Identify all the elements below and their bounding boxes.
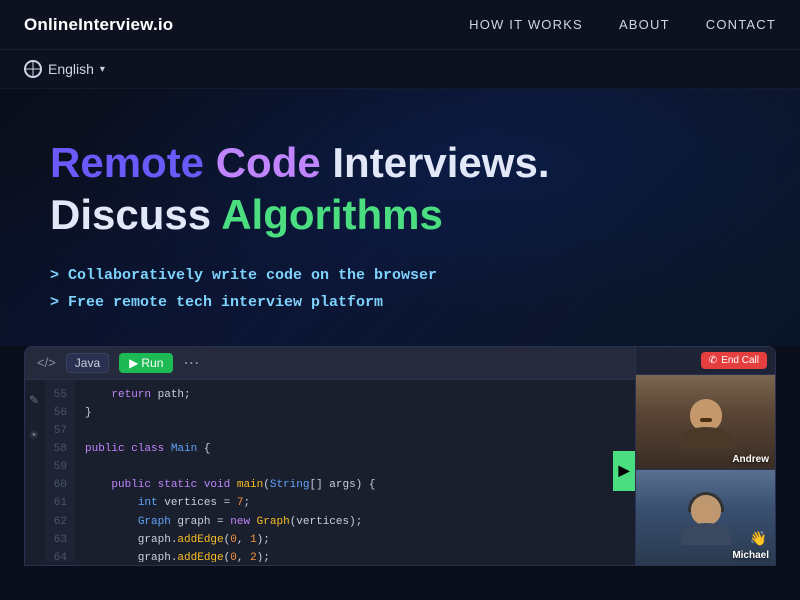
nav-link-contact[interactable]: CONTACT: [706, 17, 776, 32]
face-michael: [683, 490, 728, 545]
hero-word-discuss: Discuss: [50, 191, 211, 238]
language-bar: English ▾: [0, 50, 800, 89]
hero-word-interviews: Interviews.: [332, 139, 549, 186]
person-name-michael: Michael: [732, 550, 769, 561]
brightness-icon[interactable]: ☀: [29, 428, 39, 441]
code-area[interactable]: ✎ ☀ 555657585960616263646566676869707172…: [25, 380, 635, 562]
editor-window: </> Java ▶ Run ⋯ ✎ ☀ 5556575859606162636…: [24, 346, 776, 566]
hero-bullets: > Collaboratively write code on the brow…: [50, 262, 750, 316]
nav-link-how-it-works[interactable]: HOW IT WORKS: [469, 17, 583, 32]
play-icon: ▶: [129, 356, 138, 370]
wave-icon: 👋: [750, 530, 767, 547]
globe-icon: [24, 60, 42, 78]
video-pane: ✆ End Call Andrew: [635, 347, 775, 565]
phone-icon: ✆: [709, 355, 717, 366]
nav-links: HOW IT WORKS ABOUT CONTACT: [469, 16, 776, 34]
hero-title-line2: Discuss Algorithms: [50, 191, 750, 239]
editor-section: </> Java ▶ Run ⋯ ✎ ☀ 5556575859606162636…: [0, 346, 800, 566]
chevron-down-icon: ▾: [100, 64, 105, 75]
edit-icon[interactable]: ✎: [29, 393, 39, 407]
hero-section: Remote Code Interviews. Discuss Algorith…: [0, 89, 800, 346]
run-label: Run: [141, 356, 163, 370]
end-call-label: End Call: [721, 355, 759, 366]
navbar: OnlineInterview.io HOW IT WORKS ABOUT CO…: [0, 0, 800, 50]
video-toolbar: ✆ End Call: [636, 347, 775, 375]
language-selector-badge[interactable]: Java: [66, 353, 109, 373]
code-pane: </> Java ▶ Run ⋯ ✎ ☀ 5556575859606162636…: [25, 347, 635, 565]
face-andrew: [683, 394, 728, 449]
hero-word-code: Code: [216, 139, 321, 186]
language-selector[interactable]: English ▾: [24, 60, 105, 78]
video-feed-michael: 👋 Michael: [636, 470, 775, 565]
body-andrew: [681, 427, 731, 449]
hero-word-remote: Remote: [50, 139, 204, 186]
editor-toolbar: </> Java ▶ Run ⋯: [25, 347, 635, 380]
hero-title-line1: Remote Code Interviews.: [50, 139, 750, 187]
head-michael: [691, 495, 721, 525]
run-button[interactable]: ▶ Run: [119, 353, 173, 373]
more-options-icon[interactable]: ⋯: [183, 353, 199, 373]
language-label: English: [48, 61, 94, 77]
code-content[interactable]: return path; } public class Main { publi…: [75, 380, 635, 562]
nav-item-contact[interactable]: CONTACT: [706, 16, 776, 34]
nav-logo[interactable]: OnlineInterview.io: [24, 15, 173, 35]
nav-item-about[interactable]: ABOUT: [619, 16, 670, 34]
hero-word-algorithms: Algorithms: [221, 191, 443, 238]
video-feed-andrew: Andrew: [636, 375, 775, 471]
hero-bullet-1: > Collaboratively write code on the brow…: [50, 262, 750, 289]
video-feeds: Andrew 👋 Michael: [636, 375, 775, 565]
person-name-andrew: Andrew: [732, 454, 769, 465]
end-call-button[interactable]: ✆ End Call: [701, 352, 767, 369]
body-michael: [681, 523, 731, 545]
brackets-icon: </>: [37, 355, 56, 370]
nav-item-how-it-works[interactable]: HOW IT WORKS: [469, 16, 583, 34]
mustache-andrew: [700, 418, 712, 422]
expand-button[interactable]: ▶: [613, 451, 635, 491]
hero-bullet-2: > Free remote tech interview platform: [50, 289, 750, 316]
line-numbers: 55565758596061626364656667686970717273: [45, 380, 75, 562]
nav-link-about[interactable]: ABOUT: [619, 17, 670, 32]
